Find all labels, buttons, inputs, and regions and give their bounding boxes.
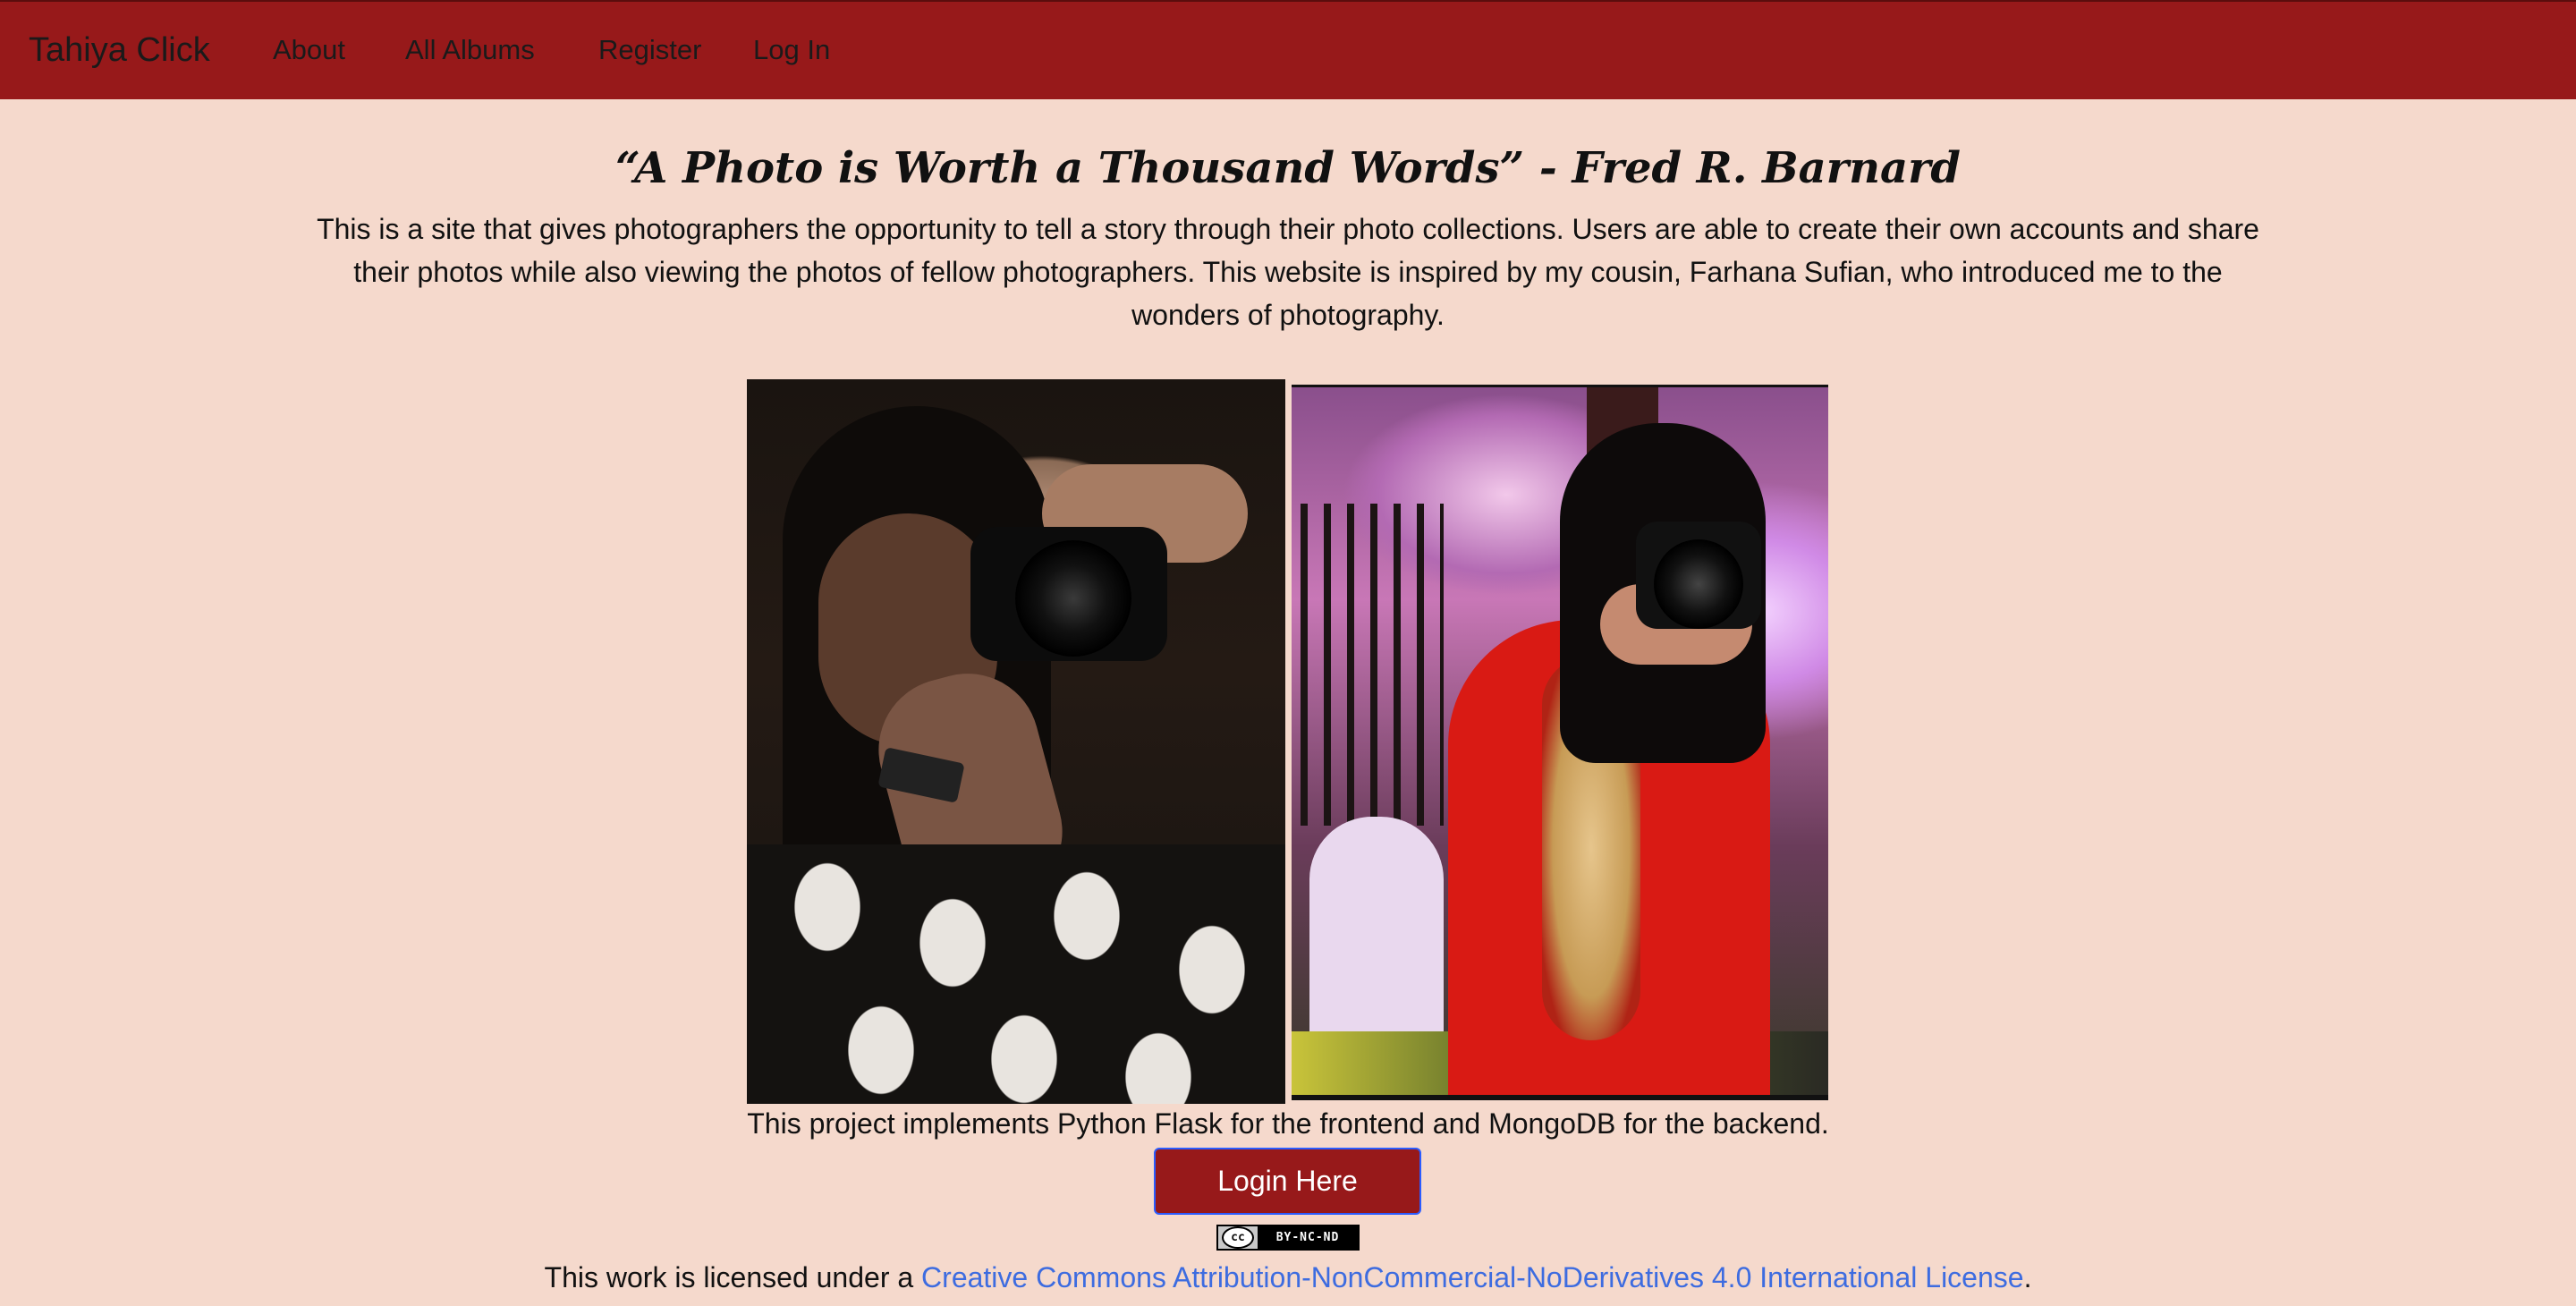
photo-left-scarf bbox=[747, 844, 1285, 1104]
cc-icon: cc bbox=[1222, 1226, 1254, 1249]
intro-paragraph: This is a site that gives photographers … bbox=[317, 213, 2259, 331]
photographer-photo-left bbox=[747, 379, 1285, 1104]
login-here-button[interactable]: Login Here bbox=[1154, 1148, 1421, 1215]
license-text: This work is licensed under a Creative C… bbox=[0, 1261, 2576, 1294]
tech-caption: This project implements Python Flask for… bbox=[747, 1107, 1829, 1140]
cc-badge-text: BY-NC-ND bbox=[1258, 1226, 1358, 1249]
nav-register-link[interactable]: Register bbox=[598, 34, 701, 66]
nav-all-albums-link[interactable]: All Albums bbox=[405, 34, 535, 66]
cc-license-badge[interactable]: cc BY-NC-ND bbox=[1216, 1225, 1360, 1251]
license-suffix: . bbox=[2023, 1261, 2032, 1293]
photo-right-railing bbox=[1301, 504, 1444, 826]
license-link[interactable]: Creative Commons Attribution-NonCommerci… bbox=[921, 1261, 2024, 1293]
photo-right-lens bbox=[1654, 539, 1743, 629]
page-quote-heading: “A Photo is Worth a Thousand Words” - Fr… bbox=[615, 143, 1961, 193]
nav-login-link[interactable]: Log In bbox=[753, 34, 830, 66]
license-prefix: This work is licensed under a bbox=[544, 1261, 922, 1293]
nav-about-link[interactable]: About bbox=[273, 34, 345, 66]
photographer-photo-right bbox=[1292, 385, 1828, 1100]
top-navbar: Tahiya Click About All Albums Register L… bbox=[0, 0, 2576, 99]
brand-link[interactable]: Tahiya Click bbox=[29, 31, 210, 70]
photo-left-lens bbox=[1015, 540, 1131, 657]
